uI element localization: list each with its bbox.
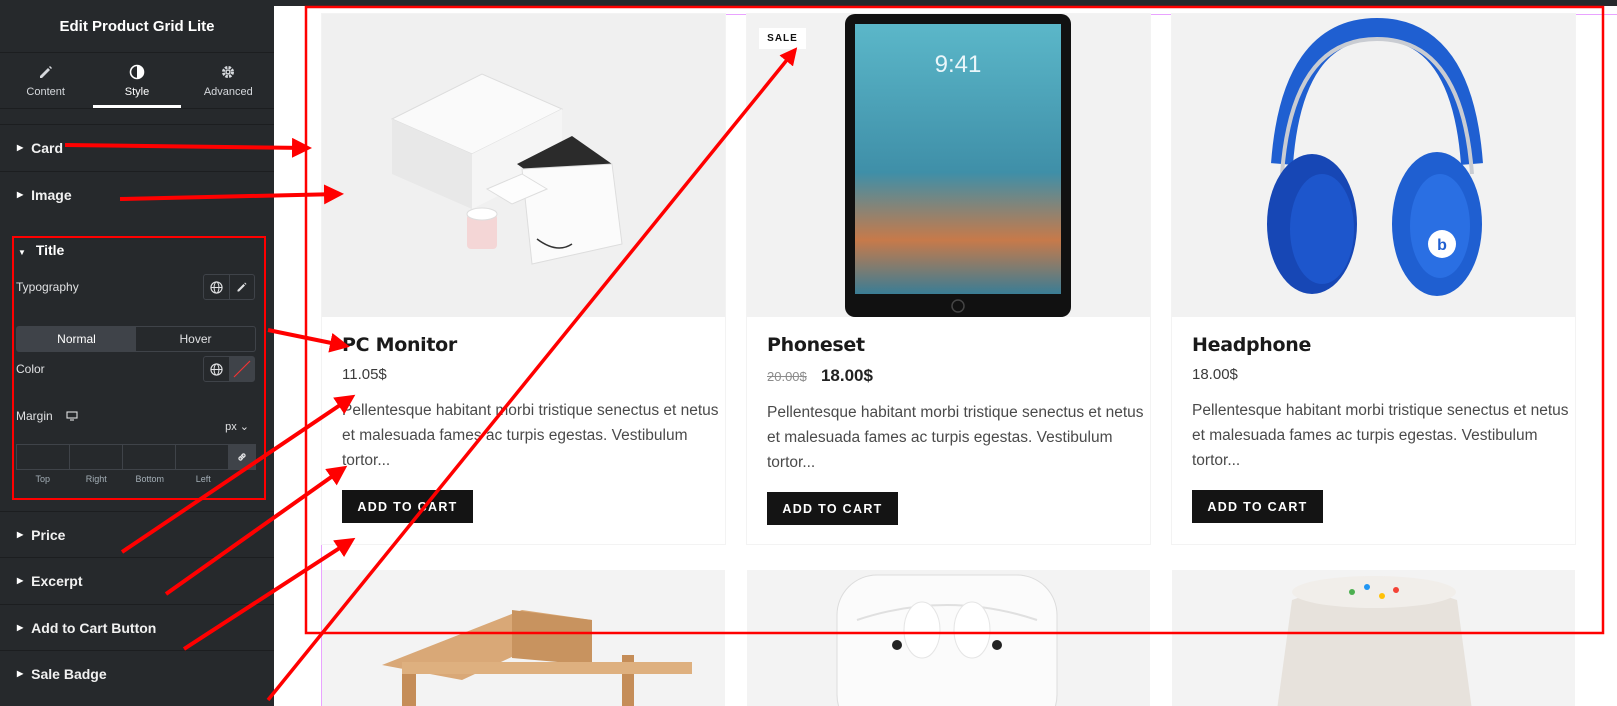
globe-icon[interactable] (204, 275, 229, 299)
caret-right-icon: ▶ (17, 190, 24, 199)
pencil-icon (39, 65, 52, 78)
product-card: b Headphone 18.00$ Pellentesque habitant… (1172, 14, 1575, 544)
product-card: 9:41 SALE Phoneset 20.00$ 18.00$ Pellent… (747, 14, 1150, 544)
caret-right-icon: ▶ (17, 576, 24, 585)
product-price: 20.00$ 18.00$ (767, 366, 873, 386)
product-title[interactable]: PC Monitor (342, 334, 457, 356)
product-image-chair[interactable] (322, 570, 725, 706)
preview-canvas: PC Monitor 11.05$ Pellentesque habitant … (274, 0, 1617, 706)
sale-price: 18.00$ (820, 366, 873, 385)
panel-tabs: Content Style Advanced (0, 53, 274, 109)
unit-select[interactable]: px ⌄ (225, 420, 249, 433)
margin-labels: Top Right Bottom Left (16, 474, 230, 484)
margin-right-input[interactable] (70, 445, 123, 469)
product-excerpt: Pellentesque habitant morbi tristique se… (342, 402, 719, 469)
price-value: 11.05$ (342, 366, 387, 383)
section-image-label: Image (31, 186, 72, 203)
section-card-label: Card (31, 139, 64, 156)
product-image-airpods[interactable] (747, 570, 1150, 706)
margin-label-text: Margin (16, 409, 53, 423)
caret-right-icon: ▶ (17, 669, 24, 678)
price-value: 18.00$ (1192, 366, 1238, 383)
typography-controls (203, 274, 255, 300)
margin-bottom-input[interactable] (123, 445, 176, 469)
section-add-to-cart[interactable]: ▶ Add to Cart Button (0, 604, 274, 650)
color-label: Color (16, 362, 45, 376)
margin-bottom-label: Bottom (135, 474, 164, 484)
unit-value: px (225, 421, 237, 433)
product-price: 11.05$ (342, 366, 387, 383)
add-to-cart-button[interactable]: ADD TO CART (342, 490, 473, 523)
section-price[interactable]: ▶ Price (0, 511, 274, 557)
hover-state-button[interactable]: Hover (136, 327, 255, 351)
normal-state-button[interactable]: Normal (17, 327, 136, 351)
panel-title: Edit Product Grid Lite (0, 0, 274, 53)
section-sale-badge[interactable]: ▶ Sale Badge (0, 650, 274, 696)
product-image-speaker[interactable] (1172, 570, 1575, 706)
add-to-cart-button[interactable]: ADD TO CART (767, 492, 898, 525)
product-title[interactable]: Phoneset (767, 334, 865, 356)
tab-style[interactable]: Style (91, 53, 182, 108)
section-excerpt-label: Excerpt (31, 572, 83, 589)
caret-right-icon: ▶ (17, 143, 24, 152)
product-title[interactable]: Headphone (1192, 334, 1311, 356)
margin-top-input[interactable] (17, 445, 70, 469)
old-price: 20.00$ (767, 369, 807, 384)
globe-icon[interactable] (204, 357, 229, 381)
color-controls (203, 356, 255, 382)
product-image-headphone[interactable]: b (1172, 14, 1575, 317)
canvas-top-bar (274, 0, 1617, 6)
color-swatch-empty[interactable] (228, 357, 254, 381)
contrast-icon (129, 64, 145, 79)
product-card: PC Monitor 11.05$ Pellentesque habitant … (322, 14, 725, 544)
margin-label: Margin (16, 409, 78, 424)
product-excerpt: Pellentesque habitant morbi tristique se… (767, 404, 1144, 471)
add-to-cart-button[interactable]: ADD TO CART (1192, 490, 1323, 523)
svg-text:b: b (1437, 237, 1447, 254)
section-title-label: Title (35, 242, 65, 258)
svg-text:9:41: 9:41 (935, 51, 982, 78)
product-excerpt: Pellentesque habitant morbi tristique se… (1192, 402, 1569, 469)
tab-advanced[interactable]: Advanced (183, 53, 274, 108)
tab-style-label: Style (124, 85, 150, 98)
product-image-boxes[interactable] (322, 14, 725, 317)
pencil-edit-icon[interactable] (228, 275, 255, 299)
margin-top-label: Top (35, 474, 50, 484)
chevron-down-icon: ⌄ (239, 421, 249, 433)
section-image[interactable]: ▶ Image (0, 171, 274, 217)
section-title-panel: ▼ Title Typography Normal Hover Color Ma… (12, 236, 266, 500)
typography-label: Typography (16, 280, 79, 294)
sale-badge: SALE (759, 28, 806, 49)
caret-right-icon: ▶ (17, 623, 24, 632)
state-toggle: Normal Hover (16, 326, 256, 352)
margin-left-input[interactable] (176, 445, 229, 469)
tab-content-label: Content (26, 85, 65, 98)
section-card[interactable]: ▶ Card (0, 124, 274, 170)
link-icon[interactable] (229, 445, 255, 469)
margin-left-label: Left (195, 474, 211, 484)
margin-right-label: Right (85, 474, 107, 484)
desktop-icon[interactable] (66, 410, 78, 424)
editor-sidebar: Edit Product Grid Lite Content Style Adv… (0, 0, 274, 706)
caret-down-icon: ▼ (18, 248, 26, 257)
section-excerpt[interactable]: ▶ Excerpt (0, 557, 274, 603)
section-price-label: Price (31, 526, 66, 543)
caret-right-icon: ▶ (17, 530, 24, 539)
tab-advanced-label: Advanced (203, 85, 253, 98)
gear-icon (222, 65, 235, 78)
product-image-tablet[interactable]: 9:41 SALE (747, 14, 1150, 317)
section-sale-badge-label: Sale Badge (31, 665, 107, 682)
tab-content[interactable]: Content (0, 53, 91, 108)
margin-inputs (16, 444, 256, 470)
section-title[interactable]: ▼ Title (18, 242, 64, 258)
section-add-to-cart-label: Add to Cart Button (31, 619, 157, 636)
product-price: 18.00$ (1192, 366, 1238, 383)
